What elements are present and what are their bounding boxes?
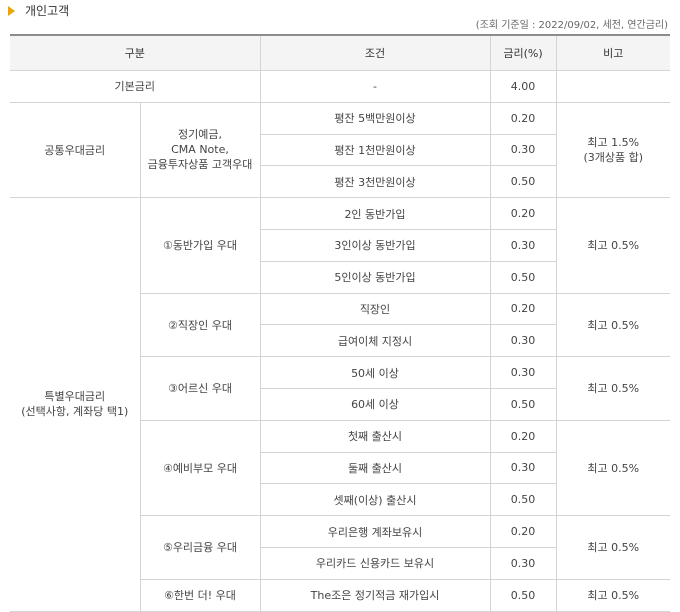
- group-name-cell: ⑥한번 더! 우대: [139, 578, 261, 612]
- rate-cell: 0.50: [489, 387, 557, 421]
- rate-cell: 0.30: [489, 228, 557, 262]
- condition-cell: 평잔 5백만원이상: [259, 101, 491, 135]
- condition-cell: 2인 동반가입: [259, 197, 491, 230]
- condition-cell: 급여이체 지정시: [259, 324, 491, 358]
- group-note-cell: 최고 0.5%: [555, 578, 670, 612]
- group-note-cell: 최고 0.5%: [555, 356, 670, 421]
- rate-cell: 0.50: [489, 483, 557, 517]
- group-note-cell: 최고 0.5%: [555, 419, 670, 517]
- header-note: 비고: [555, 34, 670, 71]
- group-name-cell: ⑤우리금융 우대: [139, 515, 261, 580]
- condition-cell: 평잔 3천만원이상: [259, 165, 491, 199]
- table-header-row: 구분 조건 금리(%) 비고: [10, 34, 670, 71]
- table-row: 공통우대금리 정기예금, CMA Note, 금융투자상품 고객우대 평잔 5백…: [10, 101, 670, 199]
- base-rate-condition: -: [259, 70, 491, 103]
- rate-cell: 0.30: [489, 546, 557, 580]
- condition-cell: 직장인: [259, 292, 491, 326]
- rate-cell: 0.30: [489, 451, 557, 485]
- rate-cell: 0.30: [489, 324, 557, 358]
- base-rate-note: [555, 70, 670, 103]
- condition-cell: 우리카드 신용카드 보유시: [259, 546, 491, 580]
- group-note-cell: 최고 0.5%: [555, 292, 670, 358]
- rate-cell: 0.50: [489, 260, 557, 294]
- group-name-cell: ④예비부모 우대: [139, 419, 261, 517]
- header-category: 구분: [10, 34, 261, 71]
- group-name-cell: ①동반가입 우대: [139, 197, 261, 294]
- table-row: 기본금리 - 4.00: [10, 70, 670, 103]
- rate-cell: 0.20: [489, 292, 557, 326]
- common-preferential-label: 공통우대금리: [10, 101, 141, 199]
- group-note-cell: 최고 0.5%: [555, 515, 670, 580]
- rate-cell: 0.20: [489, 515, 557, 548]
- condition-cell: 우리은행 계좌보유시: [259, 515, 491, 548]
- condition-cell: 평잔 1천만원이상: [259, 133, 491, 167]
- common-preferential-sublabel: 정기예금, CMA Note, 금융투자상품 고객우대: [139, 101, 261, 199]
- header-condition: 조건: [259, 34, 491, 71]
- condition-cell: 3인이상 동반가입: [259, 228, 491, 262]
- base-rate-value: 4.00: [489, 70, 557, 103]
- triangle-bullet-icon: [8, 5, 15, 16]
- condition-cell: 둘째 출산시: [259, 451, 491, 485]
- condition-cell: 60세 이상: [259, 387, 491, 421]
- interest-rate-table: 구분 조건 금리(%) 비고 기본금리 - 4.00 공통우대금리 정기예금, …: [10, 34, 670, 612]
- group-name-cell: ③어르신 우대: [139, 356, 261, 421]
- header-rate: 금리(%): [489, 34, 557, 71]
- basis-date-note: (조회 기준일 : 2022/09/02, 세전, 연간금리): [475, 20, 668, 31]
- rate-cell: 0.30: [489, 356, 557, 389]
- rate-cell: 0.30: [489, 133, 557, 167]
- condition-cell: 50세 이상: [259, 356, 491, 389]
- rate-cell: 0.20: [489, 419, 557, 453]
- section-heading: 개인고객: [8, 2, 69, 19]
- base-rate-label: 기본금리: [10, 70, 261, 103]
- condition-cell: The조은 정기적금 재가입시: [259, 578, 491, 612]
- condition-cell: 셋째(이상) 출산시: [259, 483, 491, 517]
- rate-cell: 0.50: [489, 165, 557, 199]
- table-row: 특별우대금리 (선택사항, 계좌당 택1) ①동반가입 우대 2인 동반가입 0…: [10, 197, 670, 612]
- special-preferential-label: 특별우대금리 (선택사항, 계좌당 택1): [10, 197, 141, 612]
- condition-cell: 첫째 출산시: [259, 419, 491, 453]
- rate-cell: 0.20: [489, 101, 557, 135]
- rate-cell: 0.50: [489, 578, 557, 612]
- group-name-cell: ②직장인 우대: [139, 292, 261, 358]
- condition-cell: 5인이상 동반가입: [259, 260, 491, 294]
- rate-cell: 0.20: [489, 197, 557, 230]
- common-note-cell: 최고 1.5% (3개상품 합): [555, 101, 670, 199]
- section-title: 개인고객: [25, 4, 70, 18]
- group-note-cell: 최고 0.5%: [555, 197, 670, 294]
